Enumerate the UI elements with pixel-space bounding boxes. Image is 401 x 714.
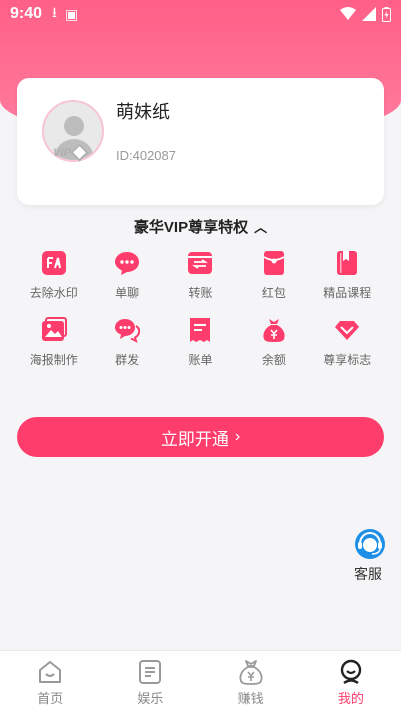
chevron-up-icon: ︿	[254, 220, 268, 235]
benefit-label: 群发	[115, 353, 140, 367]
diamond-icon	[335, 321, 360, 340]
profile-card: VIP 萌妹纸 ID:402087	[17, 78, 384, 205]
customer-service-label: 客服	[354, 566, 382, 582]
benefit-label: 去除水印	[29, 286, 78, 300]
red-packet-icon	[263, 251, 285, 275]
signal-icon	[362, 7, 376, 21]
tab-home[interactable]: 首页	[0, 651, 100, 714]
money-bag-icon	[239, 660, 263, 685]
vip-diamond-icon	[70, 143, 89, 162]
customer-service-button[interactable]: 客服	[352, 528, 388, 584]
chat-icon	[115, 252, 140, 275]
tab-entertainment[interactable]: 娱乐	[100, 651, 200, 714]
benefit-bill[interactable]: 账单	[164, 317, 237, 384]
transfer-icon	[188, 252, 213, 274]
benefit-exclusive-badge[interactable]: 尊享标志	[311, 317, 384, 384]
headset-icon	[355, 529, 385, 559]
vip-badge: VIP	[53, 143, 89, 162]
poster-icon	[41, 317, 67, 341]
benefit-group-message[interactable]: 群发	[90, 317, 163, 384]
battery-icon	[382, 6, 391, 22]
benefits-title-text: 豪华VIP尊享特权	[133, 219, 249, 236]
benefit-label: 精品课程	[323, 286, 372, 300]
chevron-right-icon: ›	[234, 428, 241, 445]
benefit-label: 单聊	[115, 286, 140, 300]
benefit-label: 余额	[261, 353, 286, 367]
bill-icon	[190, 318, 211, 342]
course-icon	[337, 251, 358, 275]
benefit-transfer[interactable]: 转账	[164, 250, 237, 317]
benefit-private-chat[interactable]: 单聊	[90, 250, 163, 317]
benefit-label: 海报制作	[29, 353, 78, 367]
tab-label: 赚钱	[237, 691, 264, 706]
money-bag-icon	[263, 319, 285, 342]
tab-label: 娱乐	[137, 691, 164, 706]
tab-label: 首页	[37, 691, 64, 706]
tab-label: 我的	[337, 691, 364, 706]
benefit-remove-watermark[interactable]: 去除水印	[17, 250, 90, 317]
text-icon: ▣	[64, 5, 79, 22]
home-icon	[39, 661, 62, 683]
wifi-icon	[340, 7, 356, 20]
benefit-label: 转账	[188, 286, 213, 300]
activate-vip-label: 立即开通	[160, 429, 229, 449]
bottom-tab-bar: 首页 娱乐 赚钱 我的	[0, 650, 401, 714]
vip-badge-label: VIP	[53, 146, 71, 159]
benefit-label: 账单	[188, 353, 213, 367]
download-icon: ⭳	[52, 4, 57, 20]
watermark-icon	[41, 251, 66, 275]
benefit-premium-course[interactable]: 精品课程	[311, 250, 384, 317]
benefit-poster-maker[interactable]: 海报制作	[17, 317, 90, 384]
benefit-balance[interactable]: 余额	[237, 317, 310, 384]
document-icon	[139, 660, 162, 684]
status-bar: 9:40 ⭳ ▣	[0, 0, 401, 28]
benefits-grid: 去除水印 单聊 转账 红包 精品课程 海报制作 群发 账单 余额 尊享标志	[17, 250, 384, 384]
activate-vip-button[interactable]: 立即开通 ›	[17, 417, 384, 457]
user-id: ID:402087	[116, 148, 176, 163]
profile-icon	[340, 659, 362, 685]
benefit-red-packet[interactable]: 红包	[237, 250, 310, 317]
tab-earn[interactable]: 赚钱	[201, 651, 301, 714]
status-time: 9:40	[10, 5, 43, 22]
username: 萌妹纸	[116, 102, 170, 122]
benefit-label: 尊享标志	[323, 353, 372, 367]
benefit-label: 红包	[261, 286, 286, 300]
tab-mine[interactable]: 我的	[301, 651, 401, 714]
group-message-icon	[115, 319, 141, 343]
benefits-title[interactable]: 豪华VIP尊享特权 ︿	[0, 216, 401, 237]
